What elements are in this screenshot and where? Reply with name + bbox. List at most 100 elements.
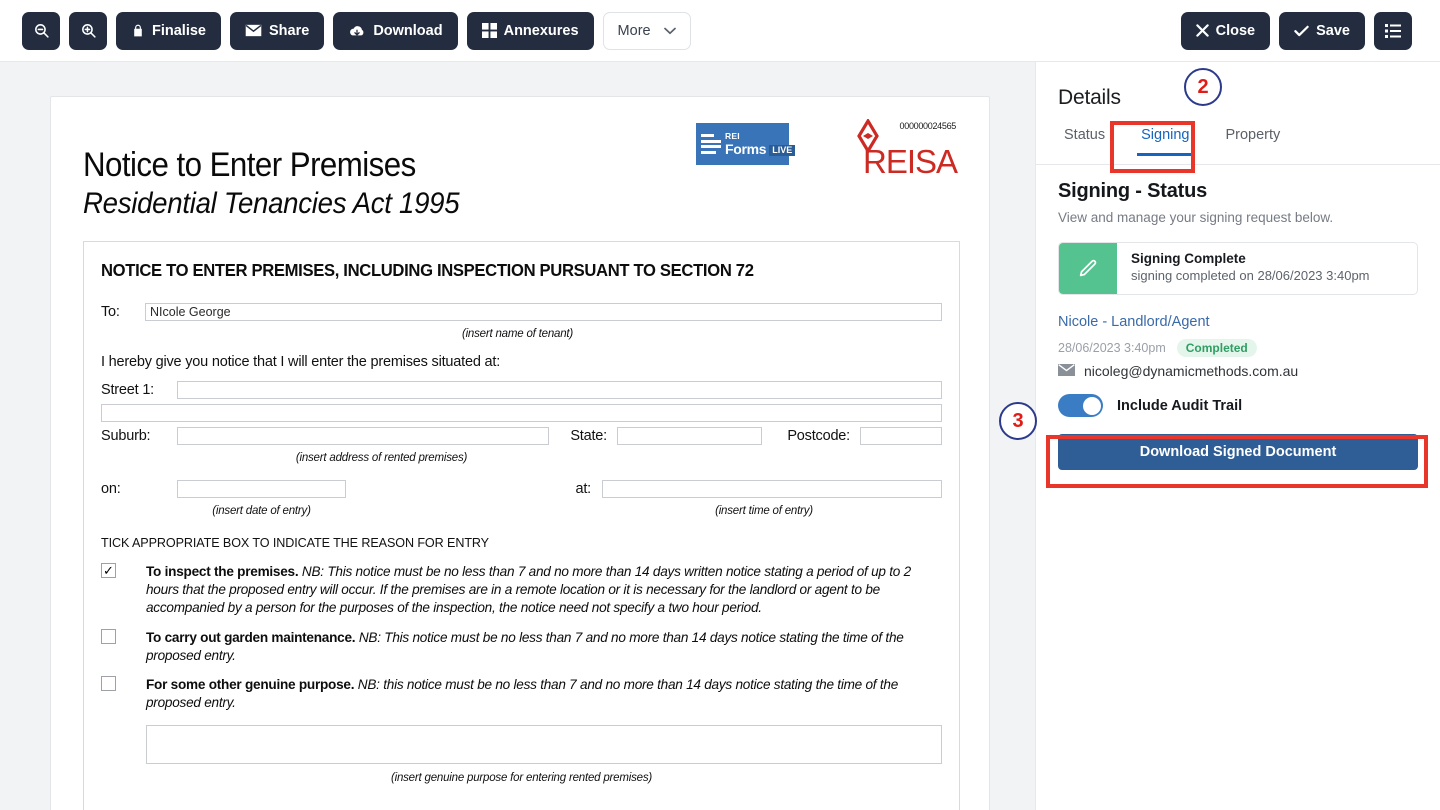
close-button[interactable]: Close bbox=[1180, 11, 1271, 50]
reason-row-2: To carry out garden maintenance. NB: Thi… bbox=[101, 629, 942, 665]
state-input[interactable] bbox=[617, 427, 762, 445]
street1-input[interactable] bbox=[177, 381, 942, 399]
rei-logo-live: LIVE bbox=[769, 145, 796, 157]
reason-row-3: For some other genuine purpose. NB: this… bbox=[101, 676, 942, 712]
more-button[interactable]: More bbox=[602, 11, 691, 50]
reason-text-1: To inspect the premises. NB: This notice… bbox=[146, 563, 942, 617]
at-time-input[interactable] bbox=[602, 480, 942, 498]
annexures-button[interactable]: Annexures bbox=[466, 11, 594, 50]
purpose-input[interactable] bbox=[146, 724, 942, 764]
tick-instruction: TICK APPROPRIATE BOX TO INDICATE THE REA… bbox=[101, 536, 489, 550]
street2-row bbox=[101, 404, 942, 422]
tab-status[interactable]: Status bbox=[1058, 125, 1111, 156]
rei-logo-rei: REI bbox=[725, 130, 740, 141]
cloud-download-icon bbox=[348, 24, 366, 38]
signer-email: nicoleg@dynamicmethods.com.au bbox=[1084, 363, 1299, 379]
reason-checkbox-inspect[interactable]: ✓ bbox=[101, 563, 116, 578]
document-page: 000000024565 Notice to Enter Premises Re… bbox=[50, 96, 990, 810]
signing-status-subheading: View and manage your signing request bel… bbox=[1058, 210, 1334, 225]
zoom-out-button[interactable] bbox=[22, 11, 60, 50]
postcode-label: Postcode: bbox=[787, 428, 850, 444]
document-form-body: NOTICE TO ENTER PREMISES, INCLUDING INSP… bbox=[83, 241, 960, 810]
share-button[interactable]: Share bbox=[230, 11, 325, 50]
callout-marker-2: 2 bbox=[1184, 68, 1222, 106]
lock-icon bbox=[131, 23, 145, 38]
signer-meta-row: 28/06/2023 3:40pm Completed bbox=[1058, 339, 1418, 357]
tab-signing[interactable]: Signing bbox=[1135, 125, 1195, 156]
state-label: State: bbox=[570, 428, 607, 444]
more-label: More bbox=[617, 22, 651, 39]
rei-forms-live-logo: REI Forms LIVE bbox=[696, 123, 796, 165]
details-panel: Details Status Signing Property Signing … bbox=[1035, 62, 1440, 810]
status-badge: Completed bbox=[1176, 339, 1257, 357]
purpose-row bbox=[101, 724, 942, 764]
callout-marker-3: 3 bbox=[999, 402, 1037, 440]
download-label: Download bbox=[373, 22, 443, 39]
suburb-state-postcode-row: Suburb: State: Postcode: bbox=[101, 427, 942, 445]
reason-checkbox-garden[interactable] bbox=[101, 629, 116, 645]
finalise-label: Finalise bbox=[152, 22, 206, 39]
street1-label: Street 1: bbox=[101, 382, 155, 398]
rei-logo-forms: Forms bbox=[725, 141, 767, 158]
details-panel-title: Details bbox=[1058, 86, 1121, 109]
to-input[interactable]: NIcole George bbox=[145, 303, 942, 321]
signing-status-heading: Signing - Status bbox=[1058, 180, 1208, 202]
document-viewport[interactable]: 000000024565 Notice to Enter Premises Re… bbox=[0, 62, 1035, 810]
purpose-hint: (insert genuine purpose for entering ren… bbox=[390, 771, 653, 784]
include-audit-trail-label: Include Audit Trail bbox=[1117, 397, 1243, 414]
on-date-input[interactable] bbox=[177, 480, 346, 498]
to-hint-row: (insert name of tenant) bbox=[101, 324, 942, 342]
include-audit-trail-toggle[interactable] bbox=[1058, 394, 1103, 417]
zoom-in-icon bbox=[80, 22, 97, 39]
tab-property[interactable]: Property bbox=[1219, 125, 1286, 156]
signing-status-title: Signing Complete bbox=[1131, 251, 1246, 266]
at-hint: (insert time of entry) bbox=[715, 505, 813, 517]
to-label: To: bbox=[101, 304, 120, 320]
rei-bars-icon bbox=[701, 134, 721, 154]
document-title-line2: Residential Tenancies Act 1995 bbox=[83, 187, 460, 221]
street2-input[interactable] bbox=[101, 404, 942, 422]
zoom-in-button[interactable] bbox=[69, 11, 107, 50]
toolbar-right-group: Close Save bbox=[1180, 11, 1412, 50]
reason-text-2: To carry out garden maintenance. NB: Thi… bbox=[146, 629, 942, 665]
address-hint: (insert address of rented premises) bbox=[295, 452, 468, 464]
document-title: Notice to Enter Premises Residential Ten… bbox=[83, 145, 492, 223]
address-hint-row: (insert address of rented premises) bbox=[101, 448, 942, 466]
save-label: Save bbox=[1316, 22, 1350, 39]
chevron-down-icon bbox=[663, 27, 676, 35]
signing-status-card: Signing Complete signing completed on 28… bbox=[1058, 242, 1418, 295]
toolbar-left-group: Finalise Share Download Annexures More bbox=[22, 11, 691, 50]
signing-status-section: Signing - Status View and manage your si… bbox=[1058, 180, 1418, 470]
check-glyph: ✓ bbox=[103, 563, 114, 578]
reason-text-3: For some other genuine purpose. NB: this… bbox=[146, 676, 942, 712]
reisa-logo: REISA bbox=[841, 117, 961, 180]
reisa-wordmark: REISA bbox=[863, 143, 958, 180]
download-button[interactable]: Download bbox=[333, 11, 458, 50]
reason-bold-2: To carry out garden maintenance. bbox=[146, 630, 356, 646]
street1-row: Street 1: bbox=[101, 381, 942, 399]
download-signed-document-button[interactable]: Download Signed Document bbox=[1058, 434, 1418, 470]
zoom-out-icon bbox=[33, 22, 50, 39]
suburb-input[interactable] bbox=[177, 427, 549, 445]
audit-trail-row: Include Audit Trail bbox=[1058, 394, 1418, 417]
at-label: at: bbox=[575, 481, 591, 497]
save-button[interactable]: Save bbox=[1279, 11, 1365, 50]
signing-status-subtitle: signing completed on 28/06/2023 3:40pm bbox=[1131, 268, 1370, 283]
reason-checkbox-other[interactable] bbox=[101, 676, 116, 692]
postcode-input[interactable] bbox=[860, 427, 942, 445]
on-hint: (insert date of entry) bbox=[212, 505, 311, 517]
finalise-button[interactable]: Finalise bbox=[116, 11, 221, 50]
details-tabs: Status Signing Property bbox=[1036, 125, 1440, 165]
to-hint: (insert name of tenant) bbox=[461, 328, 574, 340]
close-label: Close bbox=[1215, 22, 1256, 39]
menu-button[interactable] bbox=[1374, 11, 1412, 50]
on-label: on: bbox=[101, 481, 121, 497]
suburb-label: Suburb: bbox=[101, 428, 151, 444]
envelope-icon bbox=[245, 24, 262, 37]
intro-text: I hereby give you notice that I will ent… bbox=[101, 354, 501, 370]
rei-logo-text: REI Forms LIVE bbox=[725, 130, 796, 158]
signer-name[interactable]: Nicole - Landlord/Agent bbox=[1058, 314, 1418, 330]
purpose-hint-row: (insert genuine purpose for entering ren… bbox=[101, 768, 942, 786]
pencil-icon bbox=[1059, 243, 1117, 294]
signing-status-text: Signing Complete signing completed on 28… bbox=[1117, 243, 1370, 294]
